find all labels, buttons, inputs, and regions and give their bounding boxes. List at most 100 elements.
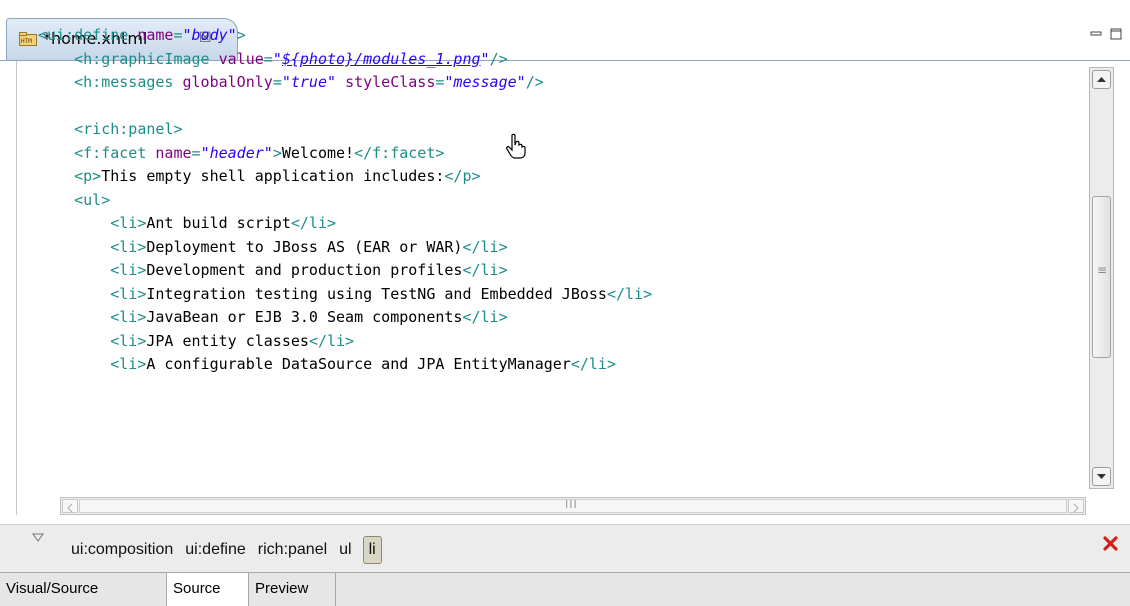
hand-pointer-icon [506,133,526,159]
code-token: <h:graphicImage [74,49,219,68]
code-text-area[interactable]: <ui:define name="body"> <h:graphicImage … [38,24,1078,377]
code-token: This empty shell application includes: [101,167,445,185]
code-token: " [272,49,282,68]
code-token: = [263,49,273,68]
code-token: JPA entity classes [146,331,309,350]
code-line[interactable]: <li>JavaBean or EJB 3.0 Seam components<… [38,306,1078,330]
collapse-triangle-icon[interactable] [32,533,44,543]
code-token: <li> [110,308,147,326]
code-token: styleClass [345,73,436,91]
maximize-icon[interactable] [1110,28,1122,40]
horizontal-scrollbar[interactable]: III [60,497,1086,515]
code-token: <h:messages [74,73,183,91]
scroll-left-button[interactable] [62,499,78,513]
code-line[interactable]: <li>JPA entity classes</li> [38,330,1078,354]
red-x-icon[interactable] [1103,536,1118,551]
code-line[interactable]: <ul> [38,189,1078,213]
code-token: <li> [110,355,147,373]
code-token: "message" [444,73,526,91]
code-token: <li> [110,237,147,256]
svg-text:HTM: HTM [21,38,32,45]
code-line[interactable]: <ui:define name="body"> [38,24,1078,48]
chevron-down-icon [1097,474,1106,479]
code-token: Integration testing using TestNG and Emb… [146,284,607,303]
scroll-up-button[interactable] [1092,70,1111,89]
code-line[interactable]: <h:messages globalOnly="true" styleClass… [38,71,1078,95]
code-token: <li> [110,261,147,279]
code-line[interactable]: <h:graphicImage value="${photo}/modules_… [38,48,1078,72]
vertical-scrollbar[interactable]: ≡ [1089,67,1114,489]
html-file-icon: HTM [19,32,37,46]
code-token: JavaBean or EJB 3.0 Seam components [146,308,463,326]
code-line[interactable] [38,95,1078,119]
code-token: <p> [74,167,102,185]
code-token: globalOnly [182,73,273,91]
code-token: </li> [462,308,508,326]
code-token: "header" [200,143,273,162]
tab-preview[interactable]: Preview [249,573,336,606]
code-token: </li> [606,284,653,303]
code-token: Welcome! [281,143,355,162]
breadcrumb-item[interactable]: ui:composition [70,538,174,562]
code-token: </li> [462,237,508,256]
scroll-right-button[interactable] [1068,499,1084,513]
code-token: <li> [110,331,147,350]
code-token: <ul> [74,190,111,209]
code-token: <li> [110,284,147,303]
code-line[interactable]: <li>Ant build script</li> [38,212,1078,236]
chevron-up-icon [1097,77,1106,82]
code-line[interactable]: <li>A configurable DataSource and JPA En… [38,353,1078,377]
code-token: "true" [281,73,337,91]
code-token: <f:facet [74,143,156,162]
scroll-grip: III [565,498,578,511]
code-token: name [155,143,192,162]
scroll-down-button[interactable] [1092,467,1111,486]
breadcrumb-item[interactable]: ul [338,538,352,562]
minimize-icon[interactable] [1090,28,1102,40]
code-line[interactable]: <li>Development and production profiles<… [38,259,1078,283]
code-token: > [236,26,246,44]
code-token: <li> [110,214,147,232]
scroll-grip: ≡ [1097,263,1108,277]
code-token: </p> [444,167,481,185]
breadcrumb-item[interactable]: rich:panel [257,538,328,562]
code-token: A configurable DataSource and JPA Entity… [146,355,571,373]
code-line[interactable]: <li>Deployment to JBoss AS (EAR or WAR)<… [38,236,1078,260]
code-token: </li> [290,214,337,232]
tab-source[interactable]: Source [167,573,249,606]
code-hyperlink[interactable]: ${photo}/modules_1.png [282,50,481,68]
horizontal-scroll-thumb[interactable]: III [79,498,1067,513]
code-token: </li> [308,331,355,350]
editor-mode-tabs: Visual/Source Source Preview [0,572,1130,606]
code-line[interactable]: <rich:panel> [38,118,1078,142]
code-token: = [173,26,183,44]
code-token: name [137,26,174,44]
code-line[interactable]: <li>Integration testing using TestNG and… [38,283,1078,307]
tab-visual-source[interactable]: Visual/Source [0,573,167,606]
code-token: "body" [182,26,237,44]
chevron-right-icon [1073,503,1079,513]
code-token: </li> [462,261,508,279]
breadcrumb-item[interactable]: li [362,536,382,564]
breadcrumb-item[interactable]: ui:define [184,538,247,562]
code-token: = [191,143,201,162]
code-token: /> [525,73,544,91]
code-token: <ui:define [38,26,138,44]
code-line[interactable]: <f:facet name="header">Welcome!</f:facet… [38,142,1078,166]
vertical-scroll-thumb[interactable]: ≡ [1092,196,1111,358]
code-token: </f:facet> [354,143,445,162]
code-line[interactable]: <p>This empty shell application includes… [38,165,1078,189]
code-token: Development and production profiles [146,261,463,279]
code-token: Deployment to JBoss AS (EAR or WAR) [146,237,463,256]
